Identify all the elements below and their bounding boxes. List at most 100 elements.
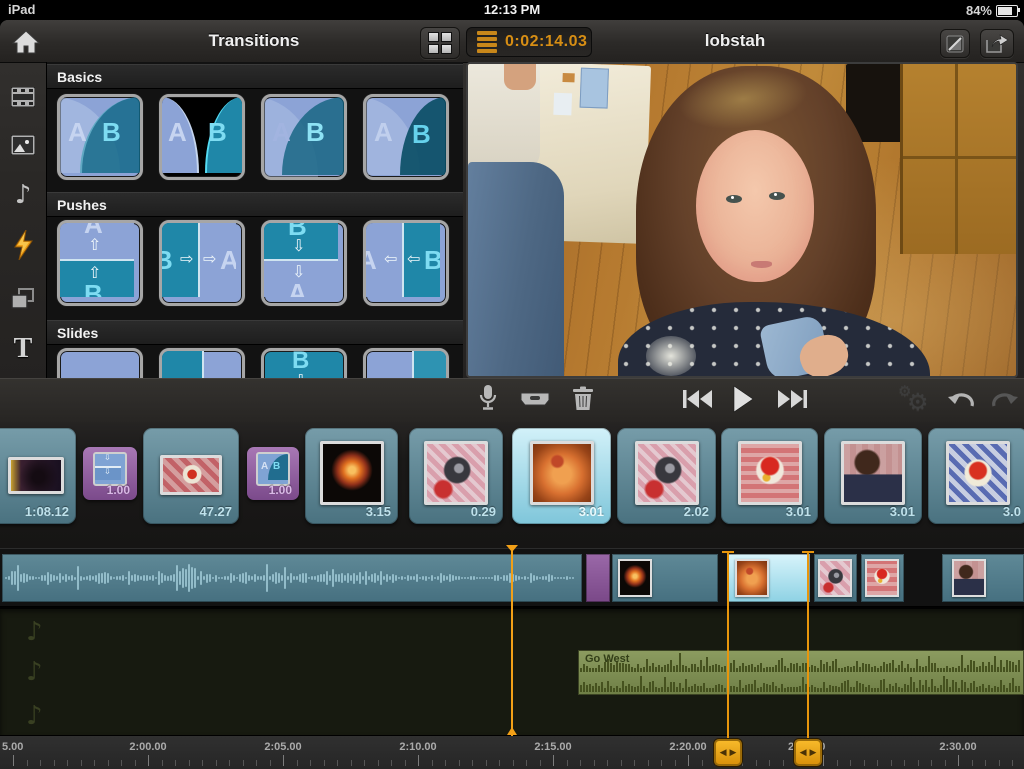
ruler-label: 2:10.00 <box>399 741 436 753</box>
voiceover-button[interactable] <box>478 384 498 417</box>
storyboard-clip-2[interactable]: 47.27 <box>143 428 239 524</box>
clip-thumbnail <box>735 559 769 597</box>
storyboard: 1:08.12 ⇩ ⇩ 1.00 47.27 A B 1.00 3.15 0.2… <box>0 422 1024 548</box>
transition-duration: 1.00 <box>107 483 130 497</box>
storyboard-clip-7[interactable]: 3.01 <box>721 428 818 524</box>
storyboard-clip-1[interactable]: 1:08.12 <box>0 428 76 524</box>
trash-icon <box>572 386 594 411</box>
girl-eye-left <box>726 195 742 203</box>
gear-icon: ⚙ <box>907 388 929 416</box>
ruler-label: 5.00 <box>2 741 23 753</box>
trim-out-handle[interactable]: ◀ ▶ <box>794 739 822 766</box>
timeline-tracks-icon <box>477 31 497 53</box>
clip-duration: 47.27 <box>199 504 232 519</box>
transition-slide-3[interactable]: B ⇩ <box>261 348 347 378</box>
video-preview[interactable] <box>466 62 1018 378</box>
storyboard-clip-4[interactable]: 0.29 <box>409 428 503 524</box>
timeline-clip-selected[interactable] <box>727 554 810 602</box>
previous-clip-button[interactable] <box>683 389 713 414</box>
sidebar-item-music[interactable]: ♪ <box>6 178 40 212</box>
clip-duration: 0.29 <box>471 504 496 519</box>
redo-button[interactable] <box>990 388 1020 414</box>
undo-button[interactable] <box>946 388 976 414</box>
photo-icon <box>11 135 35 155</box>
transitions-panel: Basics A B A B A B A B Pushes A ⇧ ⇧ B B … <box>46 62 463 378</box>
clip-thumbnail <box>618 559 652 597</box>
transition-dissolve-3[interactable]: A B <box>363 94 449 180</box>
sidebar-item-video[interactable] <box>6 80 40 114</box>
home-icon <box>12 29 40 55</box>
music-track-icon: ♪ <box>26 701 43 731</box>
storyboard-transition-1[interactable]: ⇩ ⇩ 1.00 <box>83 447 137 500</box>
home-button[interactable] <box>10 27 42 57</box>
storyboard-clip-5-selected[interactable]: 3.01 <box>512 428 611 524</box>
battery-status: 84% <box>966 3 1018 18</box>
project-title: lobstah <box>560 31 910 51</box>
clip-duration: 3.01 <box>890 504 915 519</box>
transition-dissolve-2[interactable]: A B <box>261 94 347 180</box>
lightning-icon <box>12 230 34 260</box>
clip-thumbnail <box>424 441 488 505</box>
settings-button[interactable]: ⚙ ⚙ <box>898 382 938 418</box>
clip-thumbnail <box>841 441 905 505</box>
export-button[interactable] <box>980 29 1014 58</box>
storyboard-clip-3[interactable]: 3.15 <box>305 428 398 524</box>
play-button[interactable] <box>731 385 755 418</box>
dissolve-transition-icon: A B <box>256 452 290 486</box>
clip-thumbnail <box>818 559 852 597</box>
storyboard-clip-6[interactable]: 2.02 <box>617 428 716 524</box>
delete-button[interactable] <box>572 386 594 416</box>
split-clip-button[interactable] <box>520 390 550 413</box>
skip-back-icon <box>683 389 713 409</box>
timeline-ruler[interactable]: 5.00 2:00.00 2:05.00 2:10.00 2:15.00 2:2… <box>0 735 1024 769</box>
music-clip[interactable]: Go West <box>578 650 1024 695</box>
man-arm <box>504 64 536 90</box>
status-bar: iPad 12:13 PM 84% <box>0 0 1024 20</box>
play-icon <box>731 385 755 413</box>
next-clip-button[interactable] <box>777 389 807 414</box>
export-icon <box>985 34 1009 54</box>
white-patch <box>646 336 696 376</box>
trim-in-handle[interactable]: ◀ ▶ <box>714 739 742 766</box>
storyboard-clip-9[interactable]: 3.0 <box>928 428 1024 524</box>
timeline-clip-girl[interactable] <box>942 554 1024 602</box>
trim-left-arrow-icon: ◀ <box>800 747 807 758</box>
battery-percent: 84% <box>966 3 992 18</box>
transition-dissolve-1[interactable]: A B <box>57 94 143 180</box>
trim-left-arrow-icon: ◀ <box>720 747 727 758</box>
storyboard-transition-2[interactable]: A B 1.00 <box>247 447 299 500</box>
music-note-icon: ♪ <box>15 180 32 210</box>
transition-push-right[interactable]: B ⇨ ⇨ A <box>159 220 245 306</box>
sidebar-item-transitions[interactable] <box>6 228 40 262</box>
timeline-clip-claw[interactable] <box>814 554 857 602</box>
clip-duration: 3.01 <box>786 504 811 519</box>
clip-thumbnail <box>8 457 64 494</box>
cabinets <box>900 64 1016 254</box>
transition-slide-2[interactable] <box>159 348 245 378</box>
transition-push-down[interactable]: B ⇩ ⇩ A <box>261 220 347 306</box>
transition-fade-black[interactable]: A B <box>159 94 245 180</box>
timeline-clip-fire[interactable] <box>612 554 718 602</box>
storyboard-view-button[interactable] <box>420 27 460 59</box>
timeline-clip-audio-video[interactable] <box>2 554 582 602</box>
timeline-transition[interactable] <box>586 554 610 602</box>
ruler-label: 2:00.00 <box>129 741 166 753</box>
edit-project-button[interactable] <box>940 29 970 58</box>
playhead-marker <box>507 727 517 735</box>
timeline-clip-lobsters[interactable] <box>861 554 904 602</box>
sidebar-item-photos[interactable] <box>6 128 40 162</box>
microphone-icon <box>478 384 498 412</box>
transition-push-up[interactable]: A ⇧ ⇧ B <box>57 220 143 306</box>
transition-slide-4[interactable] <box>363 348 449 378</box>
sidebar-item-titles[interactable]: T <box>6 332 40 366</box>
clip-duration: 3.15 <box>366 504 391 519</box>
edit-icon <box>946 35 964 53</box>
sidebar-item-montage[interactable] <box>6 282 40 316</box>
razor-icon <box>520 390 550 408</box>
playhead[interactable] <box>511 546 513 736</box>
transition-push-left[interactable]: A ⇦ ⇦ B <box>363 220 449 306</box>
transition-slide-1[interactable] <box>57 348 143 378</box>
section-header-basics: Basics <box>47 64 463 89</box>
audio-waveform <box>5 554 580 602</box>
storyboard-clip-8[interactable]: 3.01 <box>824 428 922 524</box>
